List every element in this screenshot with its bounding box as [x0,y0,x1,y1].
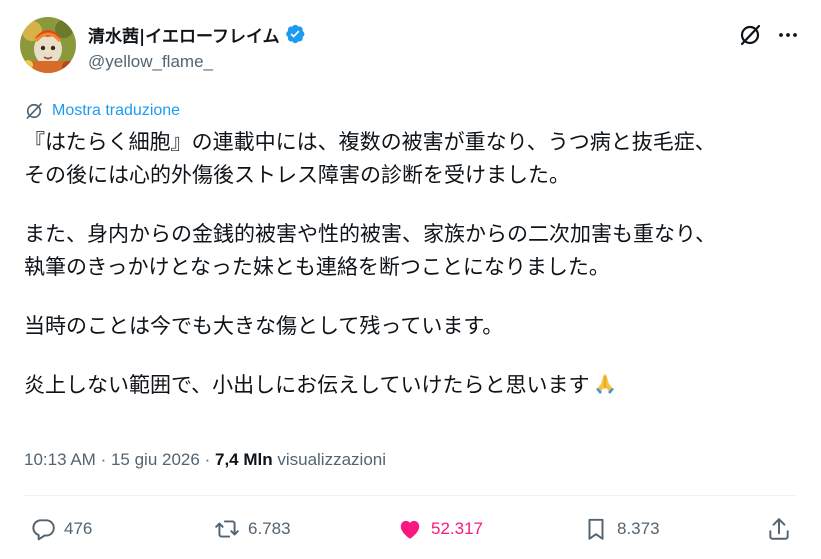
tweet-date[interactable]: 15 giu 2026 [111,450,200,469]
reply-button[interactable]: 476 [30,511,92,547]
tweet-paragraph: 『はたらく細胞』の連載中には、複数の被害が重なり、うつ病と抜毛症、 その後には心… [24,126,804,192]
grok-icon[interactable] [735,20,765,50]
meta-separator: · [100,450,107,469]
repost-count: 6.783 [248,519,291,538]
reply-count: 476 [64,519,93,538]
tweet-line: 執筆のきっかけとなった妹とも連絡を断つことになりました。 [24,255,610,279]
tweet-paragraph: 当時のことは今でも大きな傷として残っています。 [24,310,804,343]
author-name-row[interactable]: 清水茜|イエローフレイム [88,22,306,47]
tweet-line: また、身内からの金銭的被害や性的被害、家族からの二次加害も重なり、 [24,222,717,246]
views-count[interactable]: 7,4 Mln [215,450,273,469]
tweet-text: 『はたらく細胞』の連載中には、複数の被害が重なり、うつ病と抜毛症、 その後には心… [24,126,804,431]
avatar[interactable] [20,17,76,73]
folded-hands-emoji-icon [593,371,617,405]
bookmark-icon [588,518,604,540]
grok-translate-icon [26,103,42,119]
bookmark-count: 8.373 [617,519,660,538]
tweet-paragraph: また、身内からの金銭的被害や性的被害、家族からの二次加害も重なり、 執筆のきっか… [24,218,804,284]
like-count: 52.317 [431,519,483,538]
views-label: visualizzazioni [277,450,387,469]
tweet-line: 炎上しない範囲で、小出しにお伝えしていけたらと思います [24,373,590,397]
tweet-line: 『はたらく細胞』の連載中には、複数の被害が重なり、うつ病と抜毛症、 [24,130,716,154]
tweet-line: 当時のことは今でも大きな傷として残っています。 [24,314,504,338]
like-button[interactable]: 52.317 [397,511,483,547]
share-button[interactable] [766,511,792,547]
author-display-name[interactable]: 清水茜|イエローフレイム [88,22,280,47]
action-bar: 476 6.783 52.317 8.373 [0,511,821,547]
reply-icon [32,519,55,541]
author-handle[interactable]: @yellow_flame_ [88,52,213,72]
tweet-line-with-emoji: 炎上しない範囲で、小出しにお伝えしていけたらと思います [24,369,804,405]
repost-button[interactable]: 6.783 [214,511,291,547]
divider [24,495,797,496]
tweet-paragraph: 炎上しない範囲で、小出しにお伝えしていけたらと思います [24,369,804,405]
tweet-time[interactable]: 10:13 AM [24,450,96,469]
tweet-meta: 10:13 AM · 15 giu 2026 · 7,4 Mln visuali… [24,450,386,470]
more-dots-icon[interactable] [773,20,803,50]
meta-separator: · [204,450,211,469]
bookmark-button[interactable]: 8.373 [583,511,660,547]
translate-label[interactable]: Mostra traduzione [52,102,180,120]
heart-filled-icon [400,520,420,539]
translate-link[interactable]: Mostra traduzione [24,101,180,121]
tweet-line: その後には心的外傷後ストレス障害の診断を受けました。 [24,163,570,187]
verified-badge-icon[interactable] [284,23,306,45]
share-icon [769,518,789,540]
repost-icon [215,520,239,538]
